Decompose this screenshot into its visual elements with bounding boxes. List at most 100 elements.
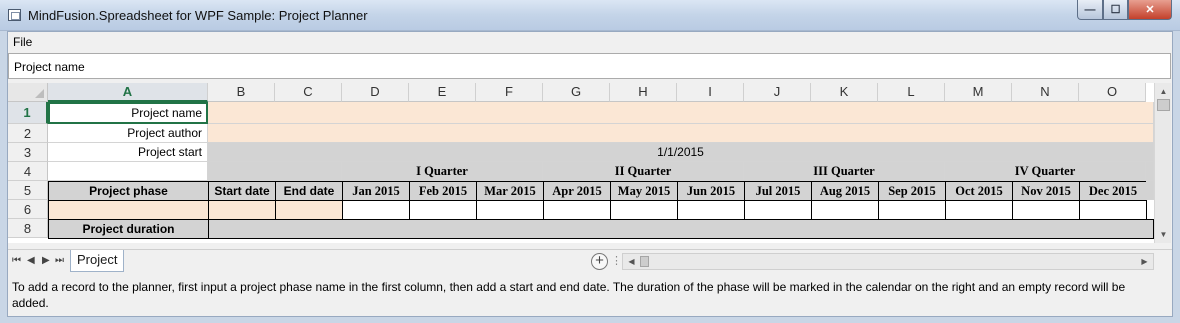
month-header[interactable]: Feb 2015: [409, 181, 477, 201]
month-header[interactable]: Mar 2015: [476, 181, 544, 201]
cell-a1-project-name-label[interactable]: Project name: [48, 102, 208, 124]
window-controls: — ☐ ✕: [1077, 0, 1172, 21]
horizontal-scrollbar[interactable]: ◀ ▶: [622, 253, 1154, 270]
row-header-6[interactable]: 6: [8, 200, 48, 219]
column-header-d[interactable]: D: [342, 83, 409, 102]
scroll-left-icon[interactable]: ◀: [624, 254, 639, 269]
close-icon: ✕: [1145, 4, 1155, 16]
select-all-corner[interactable]: [8, 83, 48, 102]
cell-a2-project-author-label[interactable]: Project author: [48, 124, 208, 143]
month-header[interactable]: Oct 2015: [945, 181, 1013, 201]
row-header-2[interactable]: 2: [8, 124, 48, 143]
sheet-tab-bar: ⏮ ◀ ▶ ⏭ Project + ⋮ ◀ ▶: [8, 249, 1172, 273]
menu-file[interactable]: File: [13, 35, 32, 49]
window-title: MindFusion.Spreadsheet for WPF Sample: P…: [28, 8, 368, 23]
cell-a4[interactable]: [48, 162, 208, 181]
row-header-4[interactable]: 4: [8, 162, 48, 181]
phase-name-input-cell[interactable]: [48, 200, 209, 220]
project-start-date-cell[interactable]: 1/1/2015: [208, 143, 1154, 162]
scroll-right-icon[interactable]: ▶: [1137, 254, 1152, 269]
column-header-c[interactable]: C: [275, 83, 342, 102]
window-titlebar[interactable]: MindFusion.Spreadsheet for WPF Sample: P…: [0, 0, 1180, 31]
quarter-tail-cell[interactable]: [1146, 162, 1154, 181]
cell-content-box[interactable]: Project name: [8, 53, 1171, 79]
end-date-header[interactable]: End date: [275, 181, 343, 201]
scroll-down-icon[interactable]: ▼: [1156, 227, 1171, 241]
vertical-scroll-thumb[interactable]: [1157, 99, 1170, 111]
project-name-input-cell[interactable]: [208, 102, 1154, 124]
column-header-m[interactable]: M: [945, 83, 1012, 102]
calendar-cell[interactable]: [409, 200, 477, 220]
project-duration-bar[interactable]: [208, 219, 1154, 239]
project-author-input-cell[interactable]: [208, 124, 1154, 143]
cell-content-value: Project name: [14, 60, 85, 74]
quarter-1-header[interactable]: I Quarter: [342, 162, 543, 181]
column-header-j[interactable]: J: [744, 83, 811, 102]
calendar-cell[interactable]: [945, 200, 1013, 220]
horizontal-scroll-thumb[interactable]: [640, 256, 649, 267]
cell-a3-project-start-label[interactable]: Project start: [48, 143, 208, 162]
spreadsheet-grid[interactable]: A B C D E F G H I J K L M N O 1 2 3 4 5 …: [8, 83, 1154, 243]
next-sheet-icon[interactable]: ▶: [42, 255, 50, 266]
calendar-cell[interactable]: [1079, 200, 1147, 220]
column-header-i[interactable]: I: [677, 83, 744, 102]
scroll-up-icon[interactable]: ▲: [1156, 84, 1171, 98]
month-header[interactable]: Aug 2015: [811, 181, 879, 201]
row-header-8[interactable]: 8: [8, 219, 48, 238]
month-header[interactable]: Dec 2015: [1079, 181, 1147, 201]
month-header[interactable]: Sep 2015: [878, 181, 946, 201]
calendar-cell[interactable]: [878, 200, 946, 220]
month-header[interactable]: Jun 2015: [677, 181, 745, 201]
vertical-scrollbar[interactable]: ▲ ▼: [1154, 83, 1171, 243]
start-date-header[interactable]: Start date: [208, 181, 276, 201]
row-header-3[interactable]: 3: [8, 143, 48, 162]
quarter-4-header[interactable]: IV Quarter: [945, 162, 1146, 181]
calendar-cell[interactable]: [1012, 200, 1080, 220]
minimize-button[interactable]: —: [1077, 0, 1103, 20]
column-header-n[interactable]: N: [1012, 83, 1079, 102]
quarter-spacer-cell[interactable]: [208, 162, 342, 181]
column-header-g[interactable]: G: [543, 83, 610, 102]
splitter-handle-icon[interactable]: ⋮: [611, 254, 622, 267]
maximize-button[interactable]: ☐: [1103, 0, 1128, 20]
quarter-2-header[interactable]: II Quarter: [543, 162, 744, 181]
month-header[interactable]: Jul 2015: [744, 181, 812, 201]
header-tail-cell[interactable]: [1146, 181, 1154, 200]
month-header[interactable]: Jan 2015: [342, 181, 410, 201]
end-date-input-cell[interactable]: [275, 200, 343, 220]
calendar-cell[interactable]: [543, 200, 611, 220]
first-sheet-icon[interactable]: ⏮: [12, 255, 21, 266]
column-header-a[interactable]: A: [48, 83, 208, 102]
column-header-l[interactable]: L: [878, 83, 945, 102]
maximize-icon: ☐: [1110, 4, 1121, 16]
calendar-cell[interactable]: [342, 200, 410, 220]
window-client: File Project name A B C D E F G H I J K …: [7, 31, 1173, 317]
month-header[interactable]: Apr 2015: [543, 181, 611, 201]
add-sheet-icon[interactable]: +: [591, 253, 608, 270]
column-header-h[interactable]: H: [610, 83, 677, 102]
column-header-k[interactable]: K: [811, 83, 878, 102]
column-header-b[interactable]: B: [208, 83, 275, 102]
month-header[interactable]: May 2015: [610, 181, 678, 201]
minimize-icon: —: [1084, 3, 1096, 16]
row-header-5[interactable]: 5: [8, 181, 48, 200]
calendar-cell[interactable]: [677, 200, 745, 220]
column-header-e[interactable]: E: [409, 83, 476, 102]
month-header[interactable]: Nov 2015: [1012, 181, 1080, 201]
calendar-cell[interactable]: [744, 200, 812, 220]
calendar-cell[interactable]: [610, 200, 678, 220]
close-button[interactable]: ✕: [1128, 0, 1172, 20]
calendar-cell[interactable]: [476, 200, 544, 220]
row-header-1[interactable]: 1: [8, 102, 48, 124]
column-header-f[interactable]: F: [476, 83, 543, 102]
calendar-cell[interactable]: [811, 200, 879, 220]
column-header-o[interactable]: O: [1079, 83, 1146, 102]
start-date-input-cell[interactable]: [208, 200, 276, 220]
quarter-3-header[interactable]: III Quarter: [744, 162, 945, 181]
menu-bar: File: [8, 32, 1172, 52]
project-phase-header[interactable]: Project phase: [48, 181, 209, 201]
project-duration-label[interactable]: Project duration: [48, 219, 209, 239]
last-sheet-icon[interactable]: ⏭: [55, 255, 64, 266]
sheet-tab-project[interactable]: Project: [70, 250, 125, 272]
prev-sheet-icon[interactable]: ◀: [27, 255, 35, 266]
